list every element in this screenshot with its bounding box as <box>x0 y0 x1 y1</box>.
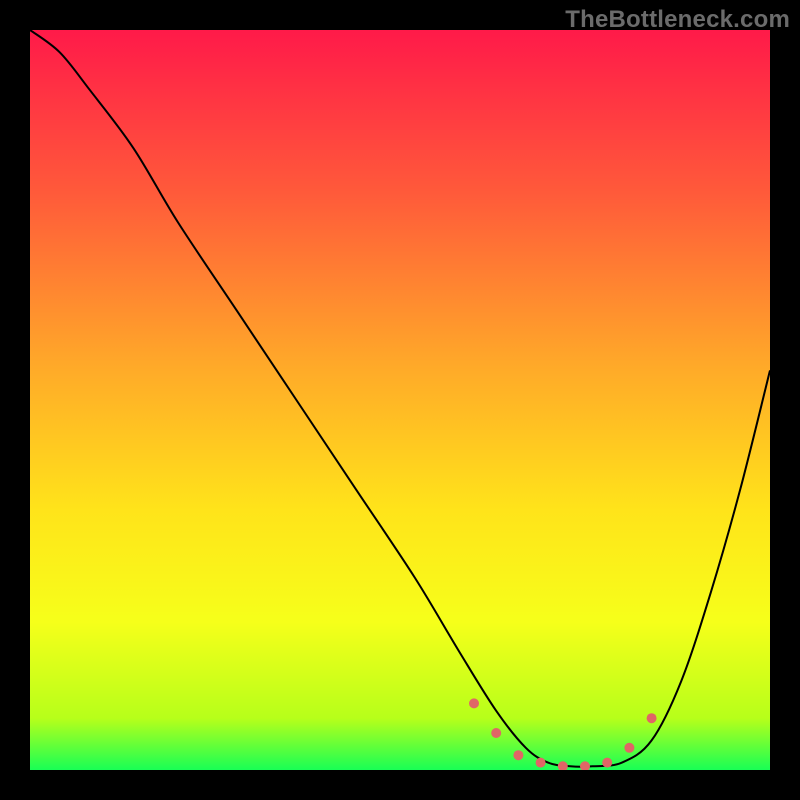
optimal-dot <box>469 698 479 708</box>
plot-area <box>30 30 770 770</box>
optimal-dot <box>647 713 657 723</box>
optimal-dot <box>624 743 634 753</box>
optimal-dot <box>536 758 546 768</box>
gradient-background <box>30 30 770 770</box>
chart-frame: TheBottleneck.com <box>0 0 800 800</box>
watermark-text: TheBottleneck.com <box>565 6 790 34</box>
optimal-dot <box>602 758 612 768</box>
optimal-dot <box>513 750 523 760</box>
bottleneck-chart <box>30 30 770 770</box>
optimal-dot <box>491 728 501 738</box>
